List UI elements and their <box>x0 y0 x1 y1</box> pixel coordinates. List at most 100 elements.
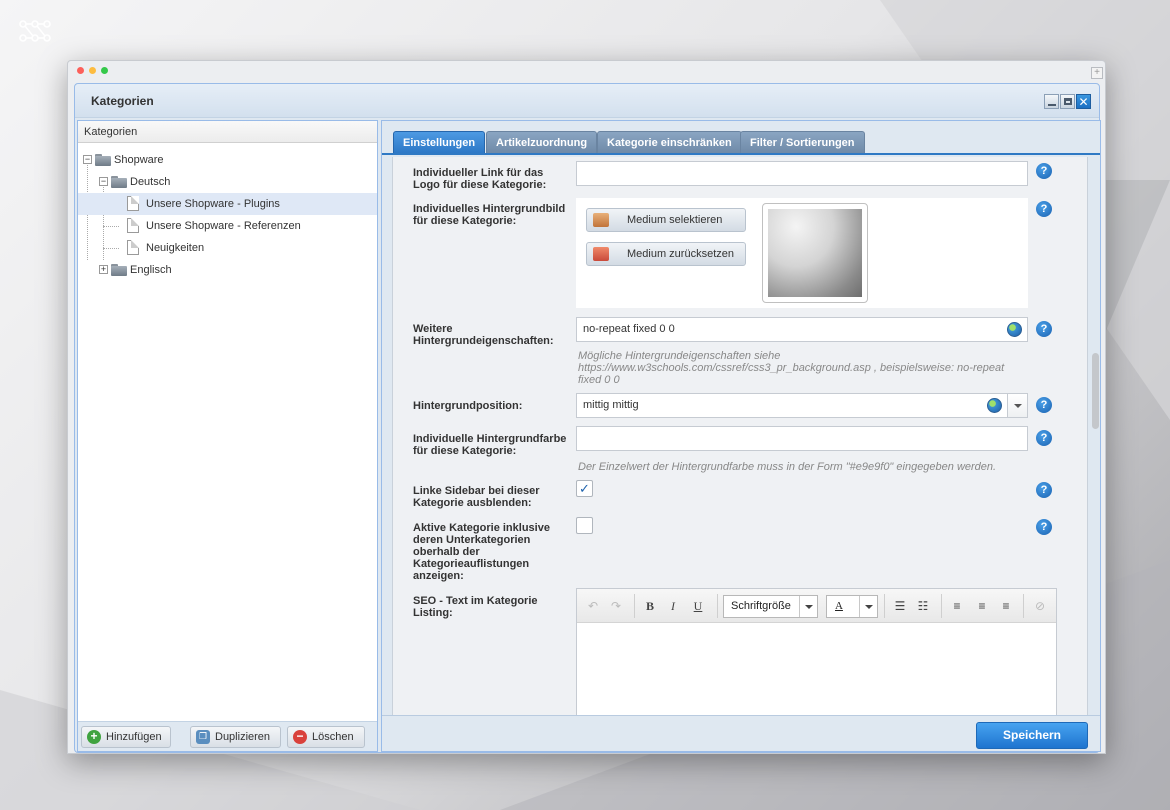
settings-panel: Einstellungen Artikelzuordnung Kategorie… <box>381 120 1101 752</box>
bold-button[interactable]: B <box>642 598 658 614</box>
align-left-icon[interactable]: ≡ <box>949 598 965 614</box>
tree-item-label: Unsere Shopware - Plugins <box>146 198 280 210</box>
bg-color-label: Individuelle Hintergrundfarbe für diese … <box>413 433 567 457</box>
editor-content-area[interactable] <box>577 623 1056 715</box>
tab-einstellungen[interactable]: Einstellungen <box>393 131 486 153</box>
image-reset-icon <box>593 247 609 261</box>
folder-open-icon <box>111 176 127 188</box>
logo-link-input[interactable] <box>576 161 1028 186</box>
app-logo-icon[interactable] <box>18 18 52 44</box>
delete-button[interactable]: − Löschen <box>287 726 365 748</box>
tree-item-deutsch[interactable]: − Deutsch <box>78 171 377 193</box>
help-icon[interactable]: ? <box>1036 482 1052 498</box>
chevron-down-icon[interactable] <box>1007 394 1027 417</box>
show-active-checkbox[interactable] <box>576 517 593 534</box>
select-media-button[interactable]: Medium selektieren <box>586 208 746 232</box>
tree-item-label: Shopware <box>114 154 164 166</box>
bg-color-hint: Der Einzelwert der Hintergrundfarbe muss… <box>578 461 997 473</box>
tree-item-referenzen[interactable]: Unsere Shopware - Referenzen <box>78 215 377 237</box>
tab-artikelzuordnung[interactable]: Artikelzuordnung <box>486 131 598 153</box>
window-controls <box>77 67 108 74</box>
tree-item-plugins[interactable]: Unsere Shopware - Plugins <box>78 193 377 215</box>
close-dot[interactable] <box>77 67 84 74</box>
tree-item-neuigkeiten[interactable]: Neuigkeiten <box>78 237 377 259</box>
tab-kategorie-einschraenken[interactable]: Kategorie einschränken <box>597 131 742 153</box>
close-icon[interactable]: ✕ <box>1076 94 1091 109</box>
tree-item-englisch[interactable]: + Englisch <box>78 259 377 281</box>
tree-item-label: Unsere Shopware - Referenzen <box>146 220 301 232</box>
tree-item-shopware[interactable]: − Shopware <box>78 149 377 171</box>
bg-props-hint: Mögliche Hintergrundeigenschaften siehe … <box>578 350 1005 386</box>
tree-item-label: Deutsch <box>130 176 171 188</box>
page-icon <box>127 196 139 211</box>
minus-icon: − <box>293 730 307 744</box>
bg-props-label: Weitere Hintergrundeigenschaften: <box>413 323 554 347</box>
media-thumbnail[interactable] <box>762 203 868 303</box>
add-button[interactable]: + Hinzufügen <box>81 726 171 748</box>
settings-form: Individueller Link für das Logo für dies… <box>392 157 1088 715</box>
tree-item-label: Englisch <box>130 264 172 276</box>
help-icon[interactable]: ? <box>1036 430 1052 446</box>
folder-open-icon <box>95 154 111 166</box>
bg-props-input[interactable]: no-repeat fixed 0 0 <box>576 317 1028 342</box>
help-icon[interactable]: ? <box>1036 321 1052 337</box>
font-color-icon: A <box>835 600 843 612</box>
editor-toolbar: ↶ ↷ B I U Schriftgröße A ☰ ☷ ≡ ≡ ≡ ⊘ <box>577 589 1056 623</box>
help-icon[interactable]: ? <box>1036 201 1052 217</box>
expand-icon[interactable]: + <box>99 265 108 274</box>
maximize-icon[interactable] <box>1060 94 1075 109</box>
tab-filter-sortierungen[interactable]: Filter / Sortierungen <box>740 131 865 153</box>
bg-position-label: Hintergrundposition: <box>413 400 523 412</box>
seo-text-label: SEO - Text im Kategorie Listing: <box>413 595 538 619</box>
duplicate-button[interactable]: ❐ Duplizieren <box>190 726 281 748</box>
hide-sidebar-checkbox[interactable]: ✓ <box>576 480 593 497</box>
browser-window: + Kategorien ✕ Kategorien − Shopware − D… <box>67 60 1106 754</box>
collapse-icon[interactable]: − <box>83 155 92 164</box>
help-icon[interactable]: ? <box>1036 163 1052 179</box>
bullet-list-icon[interactable]: ☰ <box>892 598 908 614</box>
new-tab-icon[interactable]: + <box>1091 67 1103 79</box>
italic-button[interactable]: I <box>665 598 681 614</box>
bg-image-label: Individuelles Hintergrundbild für diese … <box>413 203 566 227</box>
translate-globe-icon[interactable] <box>987 398 1002 413</box>
redo-icon[interactable]: ↷ <box>608 598 624 614</box>
hide-sidebar-label: Linke Sidebar bei dieser Kategorie ausbl… <box>413 485 540 509</box>
minimize-dot[interactable] <box>89 67 96 74</box>
tree-toolbar: + Hinzufügen ❐ Duplizieren − Löschen <box>78 721 377 751</box>
image-icon <box>593 213 609 227</box>
media-field: Medium selektieren Medium zurücksetzen <box>576 198 1028 308</box>
tab-bar: Einstellungen Artikelzuordnung Kategorie… <box>382 121 1100 155</box>
align-right-icon[interactable]: ≡ <box>998 598 1014 614</box>
form-scrollbar[interactable] <box>1092 353 1099 429</box>
zoom-dot[interactable] <box>101 67 108 74</box>
numbered-list-icon[interactable]: ☷ <box>915 598 931 614</box>
translate-globe-icon[interactable] <box>1007 322 1022 337</box>
collapse-icon[interactable]: − <box>99 177 108 186</box>
plus-icon: + <box>87 730 101 744</box>
window-header: Kategorien ✕ <box>75 84 1099 118</box>
chevron-down-icon[interactable] <box>859 596 877 617</box>
thumbnail-image <box>768 209 862 297</box>
window-title: Kategorien <box>91 93 154 108</box>
help-icon[interactable]: ? <box>1036 519 1052 535</box>
bg-color-input[interactable] <box>576 426 1028 451</box>
chevron-down-icon[interactable] <box>799 596 817 617</box>
help-icon[interactable]: ? <box>1036 397 1052 413</box>
unlink-icon[interactable]: ⊘ <box>1032 598 1048 614</box>
bg-position-select[interactable]: mittig mittig <box>576 393 1028 418</box>
category-window: Kategorien ✕ Kategorien − Shopware − Deu… <box>74 83 1101 753</box>
duplicate-icon: ❐ <box>196 730 210 744</box>
tree-header: Kategorien <box>78 121 377 143</box>
folder-icon <box>111 264 127 276</box>
align-center-icon[interactable]: ≡ <box>974 598 990 614</box>
minimize-icon[interactable] <box>1044 94 1059 109</box>
page-icon <box>127 218 139 233</box>
show-active-label: Aktive Kategorie inklusive deren Unterka… <box>413 522 550 582</box>
font-color-select[interactable]: A <box>826 595 878 618</box>
undo-icon[interactable]: ↶ <box>585 598 601 614</box>
font-size-select[interactable]: Schriftgröße <box>723 595 818 618</box>
underline-button[interactable]: U <box>690 598 706 614</box>
reset-media-button[interactable]: Medium zurücksetzen <box>586 242 746 266</box>
save-button[interactable]: Speichern <box>976 722 1088 749</box>
tree-item-label: Neuigkeiten <box>146 242 205 254</box>
